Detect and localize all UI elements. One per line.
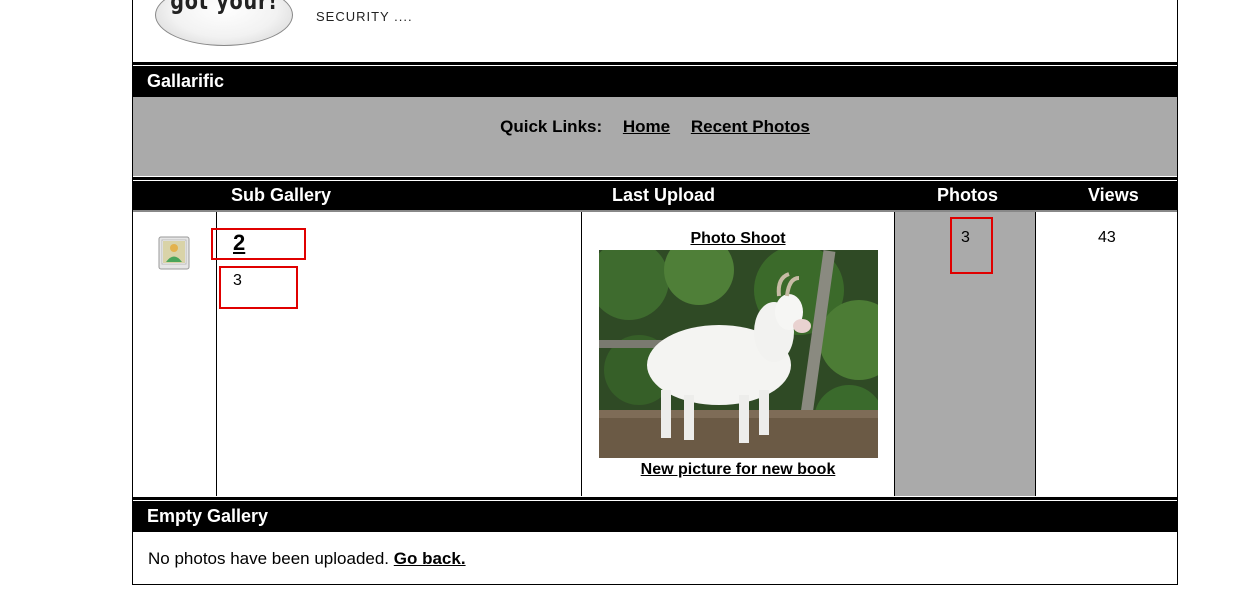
empty-gallery-bar: Empty Gallery <box>133 497 1177 532</box>
views-count: 43 <box>1098 229 1116 246</box>
empty-gallery-title: Empty Gallery <box>147 506 269 526</box>
highlight-box <box>950 217 993 274</box>
recent-photos-link[interactable]: Recent Photos <box>691 117 810 136</box>
site-logo[interactable]: got your! <box>155 0 293 46</box>
header-sub-gallery: Sub Gallery <box>231 185 332 205</box>
site-tagline: SECURITY .... <box>316 9 413 24</box>
go-back-link[interactable]: Go back. <box>394 549 466 568</box>
header-photos: Photos <box>937 185 998 205</box>
photos-cell: 3 <box>895 212 1036 496</box>
views-cell: 43 <box>1036 212 1177 496</box>
empty-message-text: No photos have been uploaded. <box>148 549 390 568</box>
logo-text: got your! <box>170 0 278 15</box>
header-last-upload: Last Upload <box>612 185 716 205</box>
gallery-icon-cell <box>133 212 217 496</box>
goat-photo[interactable] <box>599 250 878 458</box>
highlight-box <box>219 266 298 309</box>
photo-caption-link[interactable]: New picture for new book <box>582 461 894 479</box>
table-header: Sub Gallery Last Upload Photos Views <box>133 177 1177 212</box>
last-upload-cell: Photo Shoot New picture for new book <box>582 212 895 496</box>
gallery-icon[interactable] <box>156 234 192 272</box>
empty-message: No photos have been uploaded. Go back. <box>148 549 466 569</box>
highlight-box <box>211 228 306 260</box>
header-views: Views <box>1088 185 1139 205</box>
photo-title-link[interactable]: Photo Shoot <box>582 230 894 248</box>
table-row: 2 3 Photo Shoot New picture for new book… <box>133 212 1177 496</box>
quick-links-label: Quick Links: <box>500 117 603 136</box>
quick-links-panel: Quick Links: Home Recent Photos <box>133 97 1177 176</box>
gallery-title-bar: Gallarific <box>133 62 1177 97</box>
page-container: got your! SECURITY .... Gallarific Quick… <box>132 0 1178 585</box>
home-link[interactable]: Home <box>623 117 670 136</box>
sub-gallery-cell: 2 3 <box>211 212 582 496</box>
gallery-title: Gallarific <box>147 71 225 91</box>
